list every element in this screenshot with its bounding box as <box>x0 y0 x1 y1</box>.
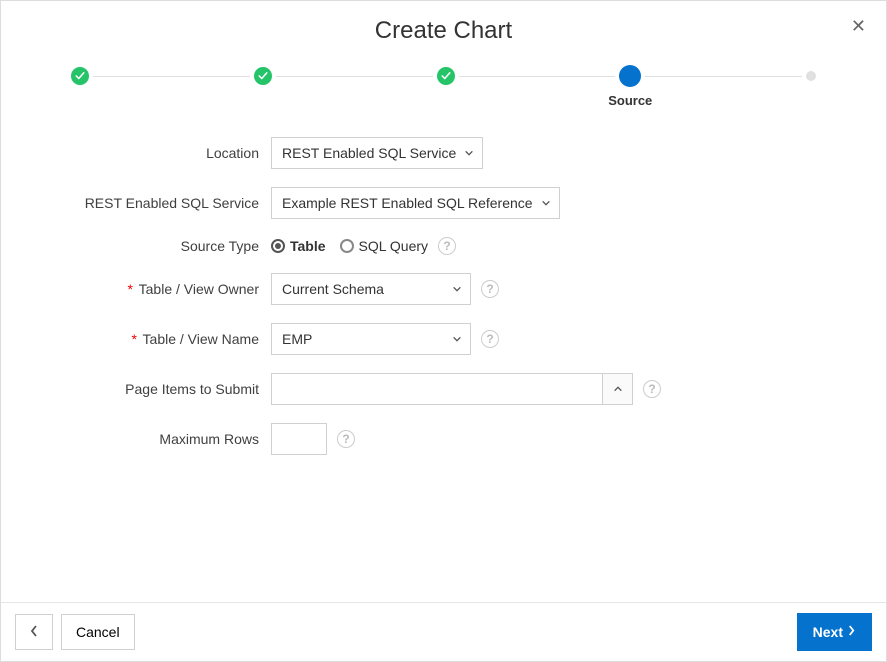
radio-label-sql: SQL Query <box>359 238 429 254</box>
chevron-down-icon <box>464 145 474 161</box>
step-label: Source <box>608 93 652 108</box>
close-icon[interactable]: ✕ <box>851 17 866 35</box>
row-max-rows: Maximum Rows ? <box>41 423 846 455</box>
row-location: Location REST Enabled SQL Service <box>41 137 846 169</box>
radio-label-table: Table <box>290 238 326 254</box>
chevron-left-icon <box>29 624 39 641</box>
source-type-sql-radio[interactable]: SQL Query <box>340 238 429 254</box>
help-icon[interactable]: ? <box>643 380 661 398</box>
location-value: REST Enabled SQL Service <box>282 145 456 161</box>
chevron-down-icon <box>541 195 551 211</box>
next-button-label: Next <box>813 624 843 640</box>
table-name-select[interactable]: EMP <box>271 323 471 355</box>
help-icon[interactable]: ? <box>481 330 499 348</box>
table-owner-label-text: Table / View Owner <box>139 281 259 297</box>
row-table-owner: * Table / View Owner Current Schema ? <box>41 273 846 305</box>
dialog-header: Create Chart ✕ <box>1 1 886 53</box>
create-chart-dialog: Create Chart ✕ Source <box>0 0 887 662</box>
chevron-up-icon <box>613 381 623 397</box>
check-icon <box>437 67 455 85</box>
page-items-input[interactable] <box>272 374 602 404</box>
step-connector <box>459 76 616 77</box>
step-connector <box>645 76 802 77</box>
page-items-popup-button[interactable] <box>602 374 632 404</box>
step-connector <box>93 76 250 77</box>
max-rows-label: Maximum Rows <box>41 431 271 447</box>
radio-icon <box>271 239 285 253</box>
step-4-current[interactable]: Source <box>619 65 641 87</box>
check-icon <box>254 67 272 85</box>
help-icon[interactable]: ? <box>438 237 456 255</box>
max-rows-input[interactable] <box>271 423 327 455</box>
chevron-down-icon <box>452 331 462 347</box>
next-button[interactable]: Next <box>797 613 872 651</box>
rest-service-select[interactable]: Example REST Enabled SQL Reference <box>271 187 560 219</box>
chevron-right-icon <box>847 624 856 640</box>
current-step-icon <box>619 65 641 87</box>
help-icon[interactable]: ? <box>337 430 355 448</box>
footer-left: Cancel <box>15 614 135 650</box>
chevron-down-icon <box>452 281 462 297</box>
row-source-type: Source Type Table SQL Query ? <box>41 237 846 255</box>
required-icon: * <box>131 331 136 347</box>
check-icon <box>71 67 89 85</box>
rest-service-value: Example REST Enabled SQL Reference <box>282 195 533 211</box>
help-icon[interactable]: ? <box>481 280 499 298</box>
location-select[interactable]: REST Enabled SQL Service <box>271 137 483 169</box>
table-name-label: * Table / View Name <box>41 331 271 347</box>
table-owner-label: * Table / View Owner <box>41 281 271 297</box>
row-rest-service: REST Enabled SQL Service Example REST En… <box>41 187 846 219</box>
row-table-name: * Table / View Name EMP ? <box>41 323 846 355</box>
step-3[interactable] <box>437 67 455 85</box>
required-icon: * <box>128 281 133 297</box>
table-name-value: EMP <box>282 331 312 347</box>
step-2[interactable] <box>254 67 272 85</box>
radio-icon <box>340 239 354 253</box>
cancel-button[interactable]: Cancel <box>61 614 135 650</box>
location-label: Location <box>41 145 271 161</box>
source-type-radio-group: Table SQL Query <box>271 238 428 254</box>
table-owner-value: Current Schema <box>282 281 384 297</box>
page-items-label: Page Items to Submit <box>41 381 271 397</box>
source-type-table-radio[interactable]: Table <box>271 238 326 254</box>
step-1[interactable] <box>71 67 89 85</box>
rest-service-label: REST Enabled SQL Service <box>41 195 271 211</box>
source-type-label: Source Type <box>41 238 271 254</box>
dialog-title: Create Chart <box>1 17 886 45</box>
future-step-icon <box>806 71 816 81</box>
wizard-stepper: Source <box>1 53 886 117</box>
table-name-label-text: Table / View Name <box>143 331 259 347</box>
row-page-items: Page Items to Submit ? <box>41 373 846 405</box>
dialog-footer: Cancel Next <box>1 602 886 661</box>
step-connector <box>276 76 433 77</box>
back-button[interactable] <box>15 614 53 650</box>
page-items-field <box>271 373 633 405</box>
form-area: Location REST Enabled SQL Service REST E… <box>1 117 886 602</box>
table-owner-select[interactable]: Current Schema <box>271 273 471 305</box>
step-5 <box>806 71 816 81</box>
